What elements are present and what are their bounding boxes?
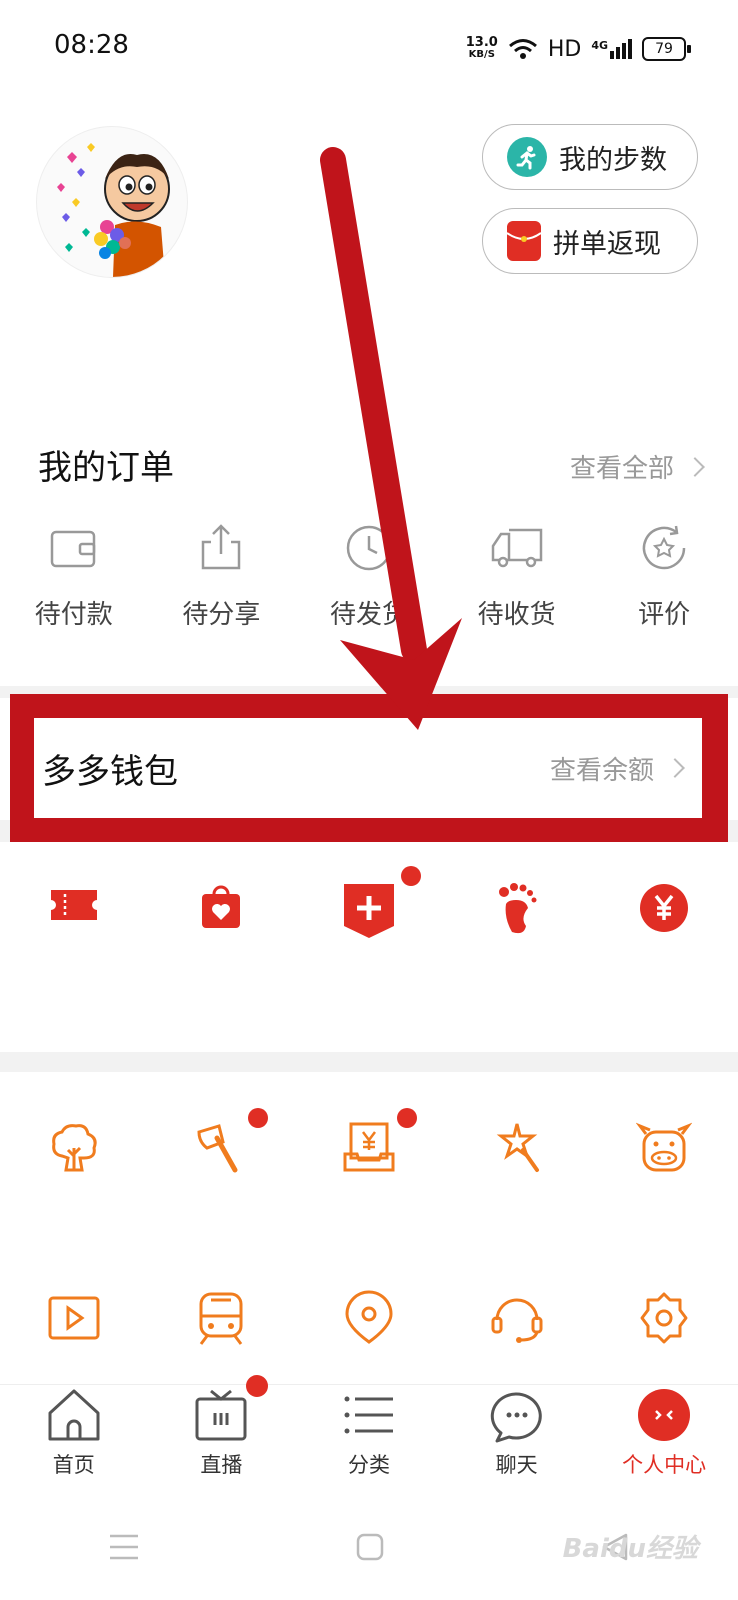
nav-label: 直播: [200, 1453, 243, 1477]
notification-dot: [247, 1108, 268, 1128]
nav-category[interactable]: 分类: [295, 1385, 443, 1495]
nav-label: 首页: [52, 1453, 95, 1477]
headset-icon: [491, 1298, 543, 1343]
tree-icon: [51, 1124, 97, 1172]
order-pending-receipt[interactable]: 待收货: [443, 520, 591, 660]
status-indicators: 13.0 KB/S HD 4G 79: [465, 34, 691, 64]
wifi-icon: [508, 39, 537, 59]
share-icon: [202, 524, 241, 570]
orders-title: 我的订单: [38, 448, 174, 488]
train-button[interactable]: [148, 1290, 296, 1380]
yen-card-icon: [343, 1122, 395, 1172]
order-label: 评价: [638, 600, 691, 630]
magic-star-icon: [496, 1123, 539, 1172]
wallet-icon: [50, 530, 96, 568]
tree-button[interactable]: [0, 1120, 148, 1210]
truck-icon: [491, 528, 542, 568]
running-person-icon: [507, 137, 547, 177]
services-row-1: [0, 1108, 738, 1210]
order-label: 待付款: [34, 600, 113, 630]
view-all-label: 查看全部: [569, 454, 674, 484]
footprint-icon: [498, 883, 537, 934]
status-time: 08:28: [54, 30, 129, 60]
video-play-icon: [48, 1296, 100, 1340]
order-pending-share[interactable]: 待分享: [148, 520, 296, 660]
yen-coin-icon: [640, 884, 689, 932]
footprint-button[interactable]: [443, 878, 591, 968]
home-icon: [48, 1389, 100, 1441]
notification-dot: [245, 1375, 268, 1397]
cow-icon: [636, 1122, 693, 1172]
axe-button[interactable]: [148, 1108, 296, 1210]
chat-icon: [490, 1392, 542, 1443]
wallet-title: 多多钱包: [42, 751, 178, 792]
magic-star-button[interactable]: [443, 1120, 591, 1210]
cash-button[interactable]: [590, 878, 738, 968]
coupon-button[interactable]: [0, 878, 148, 968]
yen-card-button[interactable]: [295, 1108, 443, 1210]
nav-live[interactable]: 直播: [148, 1375, 296, 1495]
nav-profile[interactable]: 个人中心: [590, 1385, 738, 1495]
chevron-right-icon: [665, 758, 685, 778]
bottom-navigation: 首页 直播 分类 聊天 个人中心: [0, 1375, 738, 1495]
nav-label: 聊天: [495, 1453, 538, 1477]
order-label: 待发货: [329, 600, 408, 630]
order-label: 待分享: [182, 600, 261, 630]
view-balance-label: 查看余额: [549, 755, 654, 786]
ticket-icon: [50, 890, 97, 920]
notification-dot: [401, 866, 422, 886]
menu-icon[interactable]: [108, 1532, 140, 1562]
list-icon: [344, 1396, 393, 1434]
battery-indicator: 79: [642, 37, 691, 61]
order-status-row: 待付款 待分享 待发货 待收货 评价: [0, 520, 738, 660]
video-button[interactable]: [0, 1290, 148, 1380]
tv-icon: [195, 1389, 247, 1441]
nav-chat[interactable]: 聊天: [443, 1385, 591, 1495]
services-row-2: [0, 1290, 738, 1380]
signal-icon: 4G: [591, 39, 632, 59]
red-envelope-icon: [507, 221, 541, 261]
watermark: Baidu经验: [562, 1534, 698, 1564]
my-steps-label: 我的步数: [559, 144, 667, 176]
cartoon-boy-avatar-image: [57, 143, 170, 277]
settings-button[interactable]: [590, 1290, 738, 1380]
order-review[interactable]: 评价: [590, 520, 738, 660]
group-cashback-button[interactable]: 拼单返现: [482, 208, 698, 274]
my-steps-button[interactable]: 我的步数: [482, 124, 698, 190]
status-bar: 08:28 13.0 KB/S HD 4G 79: [0, 0, 738, 100]
cow-button[interactable]: [590, 1120, 738, 1210]
axe-icon: [197, 1124, 238, 1173]
wallet-row[interactable]: 多多钱包 查看余额: [34, 718, 702, 818]
settings-gear-icon: [640, 1292, 688, 1344]
location-icon: [345, 1290, 393, 1344]
avatar[interactable]: [36, 126, 188, 278]
view-balance-link[interactable]: 查看余额: [549, 750, 685, 787]
location-button[interactable]: [295, 1290, 443, 1380]
medical-plus-icon: [343, 884, 394, 938]
network-speed: 13.0 KB/S: [465, 35, 498, 60]
notification-dot: [397, 1108, 418, 1128]
group-cashback-label: 拼单返现: [553, 228, 661, 260]
chevron-right-icon: [685, 456, 705, 477]
medical-button[interactable]: [295, 866, 443, 968]
network-type: HD: [547, 36, 582, 62]
home-square-icon[interactable]: [355, 1532, 385, 1562]
section-divider: [0, 1052, 738, 1072]
star-review-icon: [642, 525, 686, 570]
order-pending-shipment[interactable]: 待发货: [295, 520, 443, 660]
shopping-bag-button[interactable]: [148, 878, 296, 968]
train-icon: [199, 1292, 243, 1345]
nav-home[interactable]: 首页: [0, 1385, 148, 1495]
customer-service-button[interactable]: [443, 1290, 591, 1380]
view-all-orders-link[interactable]: 查看全部: [569, 448, 705, 485]
nav-label-active: 个人中心: [622, 1453, 707, 1477]
wallet-feature-row: [0, 866, 738, 968]
order-pending-payment[interactable]: 待付款: [0, 520, 148, 660]
profile-icon: [638, 1389, 691, 1441]
order-label: 待收货: [477, 600, 556, 630]
clock-icon: [346, 525, 392, 571]
shopping-bag-icon: [202, 885, 241, 928]
nav-label: 分类: [347, 1453, 390, 1477]
